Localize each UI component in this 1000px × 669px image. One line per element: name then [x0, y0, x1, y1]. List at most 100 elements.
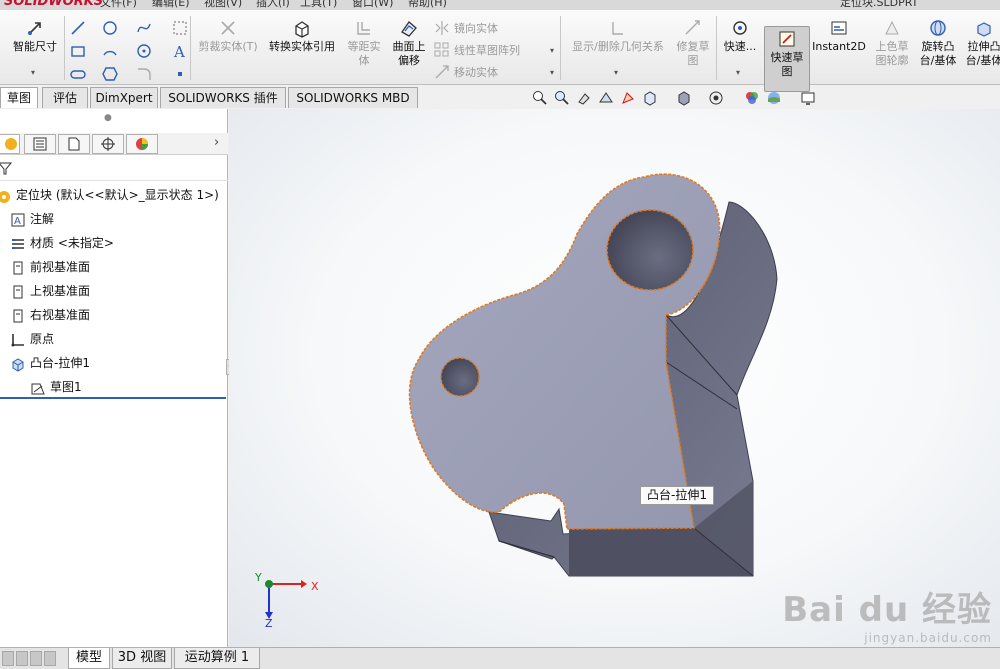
move-entities-icon [435, 65, 449, 79]
menu-help[interactable]: 帮助(H) [408, 0, 447, 10]
menu-edit[interactable]: 编辑(E) [152, 0, 190, 10]
tab-3d-view[interactable]: 3D 视图 [112, 648, 172, 669]
previous-view-icon[interactable] [576, 90, 592, 106]
menu-window[interactable]: 窗口(W) [352, 0, 393, 10]
configuration-manager-tab[interactable] [58, 134, 90, 154]
menu-tools[interactable]: 工具(T) [300, 0, 337, 10]
shaded-sketch-contours-button[interactable]: 上色草 图轮廓 [870, 18, 914, 68]
filter-icon[interactable] [0, 161, 12, 175]
tree-item-annotations[interactable]: A 注解 [10, 208, 54, 230]
extruded-boss-button[interactable]: 拉伸凸 台/基体 [962, 18, 1000, 68]
tree-item-right-plane[interactable]: 右视基准面 [10, 304, 90, 326]
rapid-sketch-button[interactable]: 快速草 图 [764, 26, 810, 92]
slot-icon[interactable] [70, 66, 86, 82]
part-icon [0, 190, 10, 203]
menu-insert[interactable]: 插入(I) [256, 0, 290, 10]
repair-sketch-button[interactable]: 修复草 图 [672, 18, 714, 68]
instant2d-button[interactable]: Instant2D [812, 18, 866, 54]
menu-file[interactable]: 文件(F) [100, 0, 137, 10]
tab-solidworks-mbd[interactable]: SOLIDWORKS MBD [288, 87, 418, 108]
mirror-entities-button[interactable]: 镜向实体 [454, 20, 498, 36]
origin-icon [11, 333, 24, 346]
material-icon [12, 238, 24, 249]
tab-dimxpert[interactable]: DimXpert [90, 87, 158, 108]
tab-sketch[interactable]: 草图 [0, 87, 38, 108]
rollback-bar[interactable] [0, 397, 226, 399]
tree-item-label: 原点 [30, 332, 55, 346]
last-tab-nav[interactable] [44, 651, 56, 666]
next-tab-nav[interactable] [30, 651, 42, 666]
tree-root-part[interactable]: 定位块 (默认<<默认>_显示状态 1>) [0, 184, 219, 206]
display-style-icon[interactable] [676, 90, 692, 106]
feature-tree-tab[interactable] [0, 134, 20, 154]
polygon-icon[interactable] [136, 43, 152, 59]
move-entities-dropdown[interactable]: ▾ [550, 68, 554, 77]
view-orientation-icon[interactable] [642, 90, 658, 106]
command-manager-tabs: 草图 评估 DimXpert SOLIDWORKS 插件 SOLIDWORKS … [0, 85, 420, 109]
offset-entities-button[interactable]: 等距实 体 [344, 18, 384, 68]
spline-icon[interactable] [136, 20, 152, 36]
tree-item-label: 前视基准面 [30, 260, 91, 274]
display-manager-tab[interactable] [126, 134, 158, 154]
tree-item-front-plane[interactable]: 前视基准面 [10, 256, 90, 278]
feature-filter-bar[interactable] [0, 157, 228, 181]
smart-dimension-dropdown[interactable]: ▾ [31, 68, 35, 77]
svg-text:A: A [173, 43, 185, 59]
chevron-right-icon[interactable]: › [214, 135, 219, 150]
line-icon[interactable] [70, 20, 86, 36]
tree-item-top-plane[interactable]: 上视基准面 [10, 280, 90, 302]
view-settings-icon[interactable] [800, 90, 816, 106]
move-entities-button[interactable]: 移动实体 [454, 64, 498, 80]
section-view-icon[interactable] [598, 90, 614, 106]
dynamic-annotation-icon[interactable] [620, 90, 636, 106]
linear-pattern-dropdown[interactable]: ▾ [550, 46, 554, 55]
heads-up-view-toolbar [530, 88, 830, 108]
trim-entities-button[interactable]: 剪裁实体(T) [196, 18, 260, 54]
hide-show-items-icon[interactable] [708, 90, 724, 106]
graphics-area[interactable]: X Y Z 凸台-拉伸1 Bai du 经验 jingyan.baidu.com [229, 109, 1000, 647]
triad-x-label: X [311, 580, 319, 593]
relations-dropdown[interactable]: ▾ [614, 68, 618, 77]
tab-solidworks-addins[interactable]: SOLIDWORKS 插件 [160, 87, 286, 108]
arc-icon[interactable] [102, 43, 118, 59]
edit-appearance-icon[interactable] [744, 90, 760, 106]
fillet-icon[interactable] [136, 66, 152, 82]
panel-grip-icon[interactable]: ● [104, 113, 112, 123]
convert-entities-button[interactable]: 转换实体引用 [264, 18, 340, 54]
tree-item-label: 注解 [30, 212, 55, 226]
quick-snaps-dropdown[interactable]: ▾ [736, 68, 740, 77]
text-icon[interactable]: A [172, 43, 188, 59]
small-hole[interactable] [440, 357, 480, 397]
ribbon-separator [64, 16, 65, 80]
first-tab-nav[interactable] [2, 651, 14, 666]
quick-snaps-button[interactable]: 快速... [720, 18, 760, 54]
zoom-to-fit-icon[interactable] [532, 90, 548, 106]
tab-motion-study-1[interactable]: 运动算例 1 [174, 648, 260, 669]
offset-on-surface-button[interactable]: 曲面上 偏移 [388, 18, 430, 68]
hexagon-icon[interactable] [102, 66, 118, 82]
linear-pattern-button[interactable]: 线性草图阵列 [454, 42, 520, 58]
tree-item-material[interactable]: 材质 <未指定> [10, 232, 114, 254]
tree-item-sketch1[interactable]: 草图1 [30, 376, 82, 398]
large-hole[interactable] [606, 209, 694, 291]
rectangle-icon[interactable] [70, 43, 86, 59]
circle-icon[interactable] [102, 20, 118, 36]
part-model[interactable]: X Y Z [229, 109, 1000, 647]
title-bar: SOLIDWORKS 文件(F) 编辑(E) 视图(V) 插入(I) 工具(T)… [0, 0, 1000, 10]
property-manager-tab[interactable] [24, 134, 56, 154]
smart-dimension-button[interactable]: 智能尺寸 [8, 18, 62, 54]
point-icon[interactable] [172, 66, 188, 82]
dimxpert-manager-tab[interactable] [92, 134, 124, 154]
display-delete-relations-button[interactable]: 显示/删除几何关系 [566, 18, 670, 54]
tree-item-label: 上视基准面 [30, 284, 91, 298]
tree-item-origin[interactable]: 原点 [10, 328, 54, 350]
menu-view[interactable]: 视图(V) [204, 0, 242, 10]
tab-evaluate[interactable]: 评估 [42, 87, 88, 108]
construction-geometry-icon[interactable] [172, 20, 188, 36]
zoom-to-area-icon[interactable] [554, 90, 570, 106]
apply-scene-icon[interactable] [766, 90, 782, 106]
tree-item-extrude1[interactable]: 凸台-拉伸1 [10, 352, 90, 374]
tab-model[interactable]: 模型 [68, 648, 110, 669]
prev-tab-nav[interactable] [16, 651, 28, 666]
revolved-boss-button[interactable]: 旋转凸 台/基体 [916, 18, 960, 68]
